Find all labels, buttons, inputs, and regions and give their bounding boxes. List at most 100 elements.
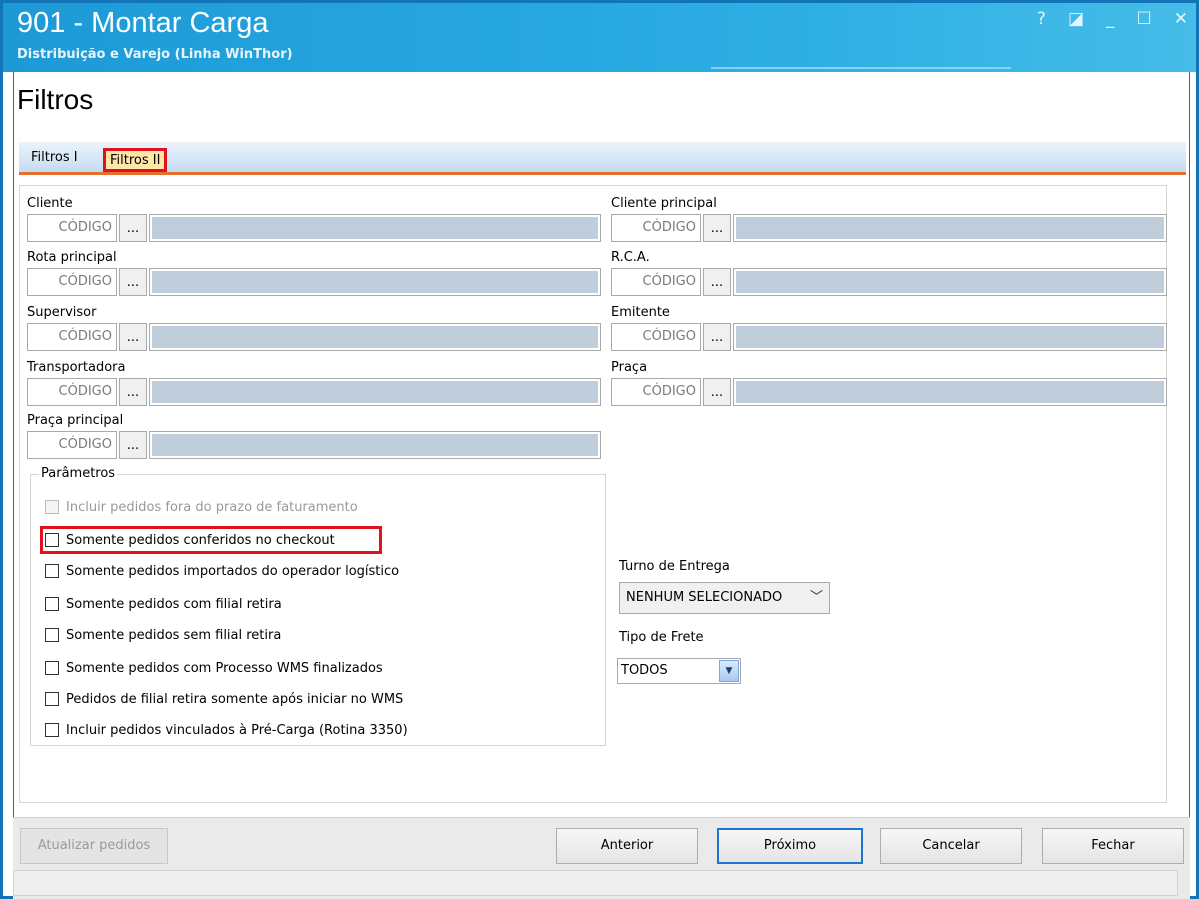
option-pre-carga[interactable]: Incluir pedidos vinculados à Pré-Carga (… — [45, 720, 408, 740]
checkbox[interactable] — [45, 597, 59, 611]
rca-code-input[interactable]: CÓDIGO — [611, 268, 701, 296]
proximo-button[interactable]: Próximo — [717, 828, 863, 864]
rota-principal-code-input[interactable]: CÓDIGO — [27, 268, 117, 296]
cliente-label: Cliente — [27, 196, 73, 211]
transportadora-lookup-button[interactable]: ... — [119, 378, 147, 406]
option-label: Incluir pedidos fora do prazo de faturam… — [66, 499, 358, 515]
option-label: Somente pedidos com filial retira — [66, 596, 282, 612]
praca-lookup-button[interactable]: ... — [703, 378, 731, 406]
checkbox[interactable] — [45, 500, 59, 514]
option-operador-logistico[interactable]: Somente pedidos importados do operador l… — [45, 561, 399, 581]
cancelar-button[interactable]: Cancelar — [880, 828, 1022, 864]
title-decoration — [711, 67, 1011, 69]
window-controls: ? ◪ _ ☐ ✕ — [1037, 9, 1188, 29]
page-title: Filtros — [17, 84, 94, 115]
transportadora-description — [149, 378, 601, 406]
atualizar-pedidos-button[interactable]: Atualizar pedidos — [20, 828, 168, 864]
option-label: Somente pedidos sem filial retira — [66, 627, 282, 643]
cliente-principal-label: Cliente principal — [611, 196, 717, 211]
tab-filtros-2[interactable]: Filtros II — [103, 148, 168, 172]
anterior-button[interactable]: Anterior — [556, 828, 698, 864]
cliente-principal-description — [733, 214, 1167, 242]
cliente-principal-lookup-button[interactable]: ... — [703, 214, 731, 242]
option-conferidos-checkout[interactable]: Somente pedidos conferidos no checkout — [45, 530, 335, 550]
maximize-icon[interactable]: ☐ — [1137, 9, 1152, 29]
app-window: 901 - Montar Carga Distribuição e Varejo… — [0, 0, 1199, 899]
tab-strip: Filtros I Filtros II — [19, 142, 1186, 175]
option-com-filial-retira[interactable]: Somente pedidos com filial retira — [45, 594, 282, 614]
praca-code-input[interactable]: CÓDIGO — [611, 378, 701, 406]
cliente-field: CÓDIGO ... — [27, 214, 601, 242]
supervisor-field: CÓDIGO ... — [27, 323, 601, 351]
option-filial-retira-wms[interactable]: Pedidos de filial retira somente após in… — [45, 689, 403, 709]
cliente-principal-field: CÓDIGO ... — [611, 214, 1167, 242]
rca-label: R.C.A. — [611, 250, 650, 265]
status-bar — [13, 870, 1178, 896]
transportadora-code-input[interactable]: CÓDIGO — [27, 378, 117, 406]
minimize-icon[interactable]: _ — [1106, 9, 1115, 29]
tipo-frete-value: TODOS — [621, 663, 668, 678]
window-title: 901 - Montar Carga — [17, 7, 269, 39]
option-label: Somente pedidos conferidos no checkout — [66, 532, 335, 548]
checkbox[interactable] — [45, 628, 59, 642]
supervisor-code-input[interactable]: CÓDIGO — [27, 323, 117, 351]
emitente-code-input[interactable]: CÓDIGO — [611, 323, 701, 351]
turno-entrega-select[interactable]: NENHUM SELECIONADO ﹀ — [619, 582, 830, 614]
rota-principal-description — [149, 268, 601, 296]
rca-description — [733, 268, 1167, 296]
supervisor-description — [149, 323, 601, 351]
parametros-group: Parâmetros Incluir pedidos fora do prazo… — [30, 466, 606, 746]
restore-icon[interactable]: ◪ — [1068, 9, 1084, 29]
fechar-button[interactable]: Fechar — [1042, 828, 1184, 864]
cliente-principal-code-input[interactable]: CÓDIGO — [611, 214, 701, 242]
cliente-code-input[interactable]: CÓDIGO — [27, 214, 117, 242]
checkbox[interactable] — [45, 564, 59, 578]
parametros-title: Parâmetros — [39, 466, 118, 481]
praca-label: Praça — [611, 360, 648, 375]
praca-principal-label: Praça principal — [27, 413, 124, 428]
main-content: Filtros Filtros I Filtros II Cliente CÓD… — [13, 72, 1190, 817]
rota-principal-label: Rota principal — [27, 250, 117, 265]
emitente-field: CÓDIGO ... — [611, 323, 1167, 351]
window-subtitle: Distribuição e Varejo (Linha WinThor) — [17, 47, 293, 62]
close-icon[interactable]: ✕ — [1174, 9, 1188, 29]
emitente-lookup-button[interactable]: ... — [703, 323, 731, 351]
praca-principal-field: CÓDIGO ... — [27, 431, 601, 459]
option-sem-filial-retira[interactable]: Somente pedidos sem filial retira — [45, 625, 281, 645]
rota-principal-lookup-button[interactable]: ... — [119, 268, 147, 296]
checkbox[interactable] — [45, 723, 59, 737]
cliente-lookup-button[interactable]: ... — [119, 214, 147, 242]
option-label: Somente pedidos com Processo WMS finaliz… — [66, 660, 383, 676]
tipo-frete-label: Tipo de Frete — [619, 630, 704, 645]
cliente-description — [149, 214, 601, 242]
tipo-frete-select[interactable]: TODOS ▼ — [617, 658, 741, 684]
option-label: Somente pedidos importados do operador l… — [66, 563, 400, 579]
praca-principal-code-input[interactable]: CÓDIGO — [27, 431, 117, 459]
praca-description — [733, 378, 1167, 406]
checkbox[interactable] — [45, 692, 59, 706]
praca-principal-description — [149, 431, 601, 459]
help-icon[interactable]: ? — [1037, 9, 1046, 29]
dropdown-arrow-icon[interactable]: ▼ — [719, 660, 739, 682]
supervisor-lookup-button[interactable]: ... — [119, 323, 147, 351]
rca-lookup-button[interactable]: ... — [703, 268, 731, 296]
praca-principal-lookup-button[interactable]: ... — [119, 431, 147, 459]
emitente-label: Emitente — [611, 305, 670, 320]
emitente-description — [733, 323, 1167, 351]
tab-filtros-1[interactable]: Filtros I — [31, 150, 78, 165]
title-bar[interactable]: 901 - Montar Carga Distribuição e Varejo… — [3, 3, 1196, 72]
checkbox[interactable] — [45, 661, 59, 675]
rota-principal-field: CÓDIGO ... — [27, 268, 601, 296]
filters-panel: Cliente CÓDIGO ... Rota principal CÓDIGO… — [19, 185, 1167, 803]
chevron-down-icon: ﹀ — [809, 590, 823, 605]
transportadora-label: Transportadora — [27, 360, 126, 375]
praca-field: CÓDIGO ... — [611, 378, 1167, 406]
checkbox[interactable] — [45, 533, 59, 547]
option-fora-prazo[interactable]: Incluir pedidos fora do prazo de faturam… — [45, 497, 358, 517]
option-wms-finalizados[interactable]: Somente pedidos com Processo WMS finaliz… — [45, 658, 383, 678]
footer-bar: Atualizar pedidos Anterior Próximo Cance… — [13, 817, 1190, 899]
option-label: Incluir pedidos vinculados à Pré-Carga (… — [66, 722, 408, 738]
rca-field: CÓDIGO ... — [611, 268, 1167, 296]
turno-entrega-value: NENHUM SELECIONADO — [626, 590, 783, 605]
supervisor-label: Supervisor — [27, 305, 97, 320]
